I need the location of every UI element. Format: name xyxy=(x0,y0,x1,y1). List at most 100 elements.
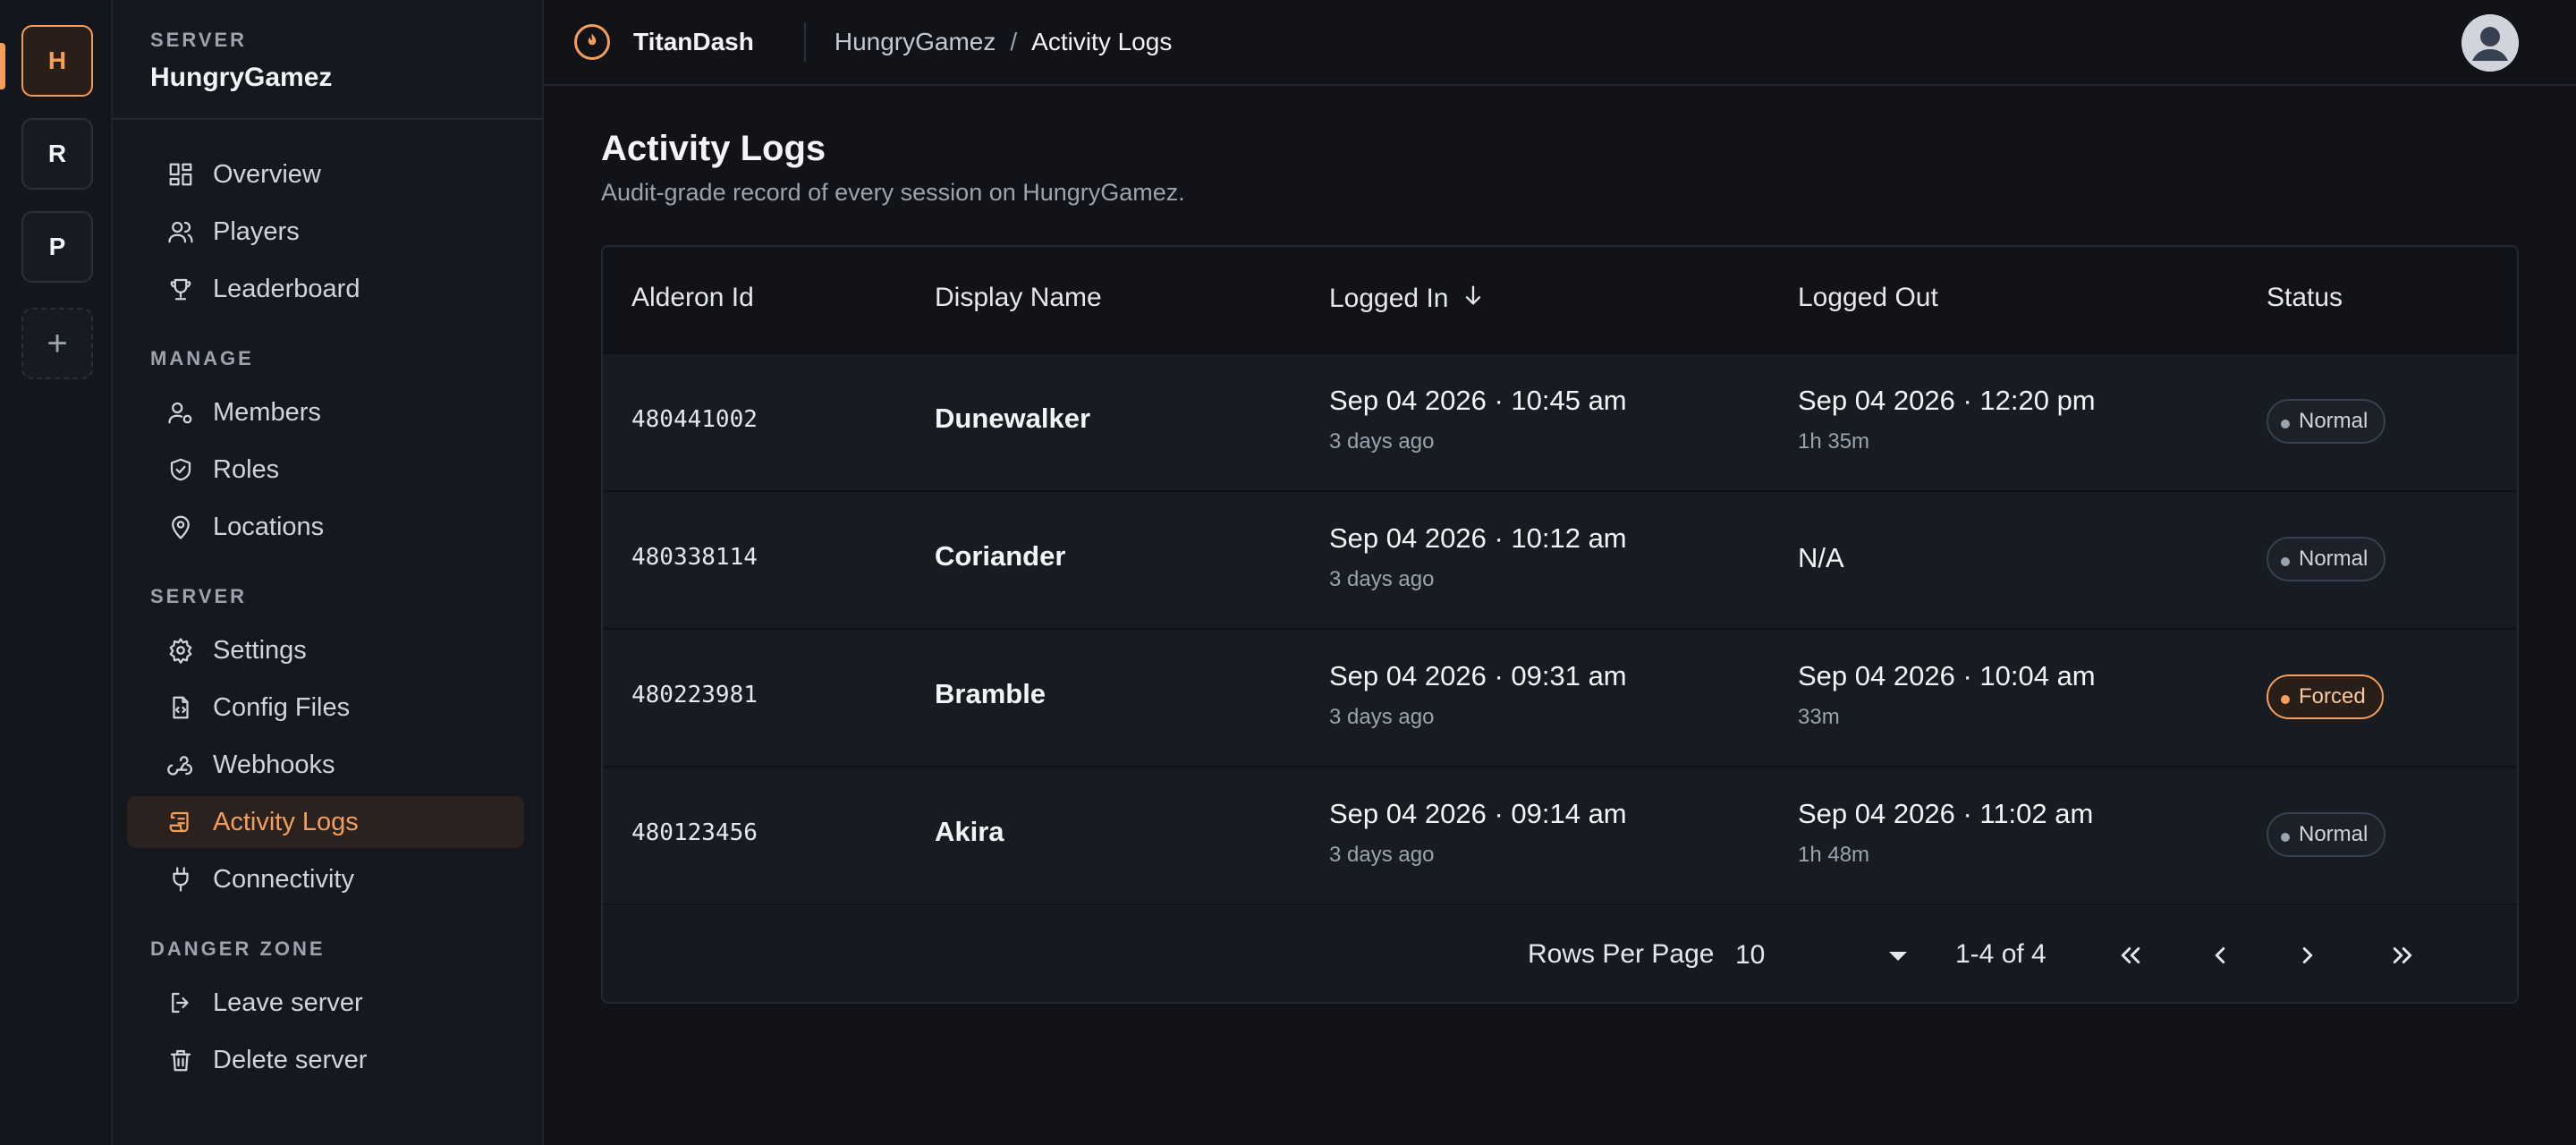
sidebar-server-name: HungryGamez xyxy=(150,63,333,92)
server-rail: H R P + xyxy=(0,0,113,1145)
plug-icon xyxy=(166,865,195,894)
sidebar-item-settings[interactable]: Settings xyxy=(127,624,524,676)
map-pin-icon xyxy=(166,513,195,541)
chevrons-left-icon xyxy=(2121,947,2140,963)
page-subtitle: Audit-grade record of every session on H… xyxy=(601,179,1185,206)
table-row[interactable]: 480223981 Bramble Sep 04 2026 · 09:31 am… xyxy=(603,628,2517,766)
logged-out-cell: N/A xyxy=(1798,542,1844,573)
table-row[interactable]: 480338114 Coriander Sep 04 2026 · 10:12 … xyxy=(603,490,2517,628)
breadcrumb-current: Activity Logs xyxy=(1031,28,1173,55)
sidebar-item-members[interactable]: Members xyxy=(127,386,524,438)
column-header-status[interactable]: Status xyxy=(2267,283,2343,313)
gear-icon xyxy=(166,636,195,665)
rows-per-page-value: 10 xyxy=(1735,940,1766,970)
first-page-button[interactable] xyxy=(2106,930,2156,980)
rows-per-page-select[interactable]: 10 xyxy=(1735,932,1914,979)
page-title: Activity Logs xyxy=(601,129,826,168)
sidebar-kicker: SERVER xyxy=(150,29,248,51)
sidebar-item-locations[interactable]: Locations xyxy=(127,501,524,553)
display-name-cell: Dunewalker xyxy=(935,403,1091,434)
session-duration: 1h 48m xyxy=(1798,843,1870,867)
status-badge: Normal xyxy=(2267,812,2386,857)
alderon-id-cell: 480223981 xyxy=(631,682,758,708)
logged-in-relative: 3 days ago xyxy=(1329,429,1435,454)
logged-in-cell: Sep 04 2026 · 09:14 am xyxy=(1329,798,1627,829)
column-label: Display Name xyxy=(935,283,1102,312)
logged-in-cell: Sep 04 2026 · 10:12 am xyxy=(1329,522,1627,554)
breadcrumb-server-link[interactable]: HungryGamez xyxy=(835,28,996,56)
add-server-button[interactable]: + xyxy=(21,308,93,379)
table-row[interactable]: 480123456 Akira Sep 04 2026 · 09:14 am 3… xyxy=(603,766,2517,903)
sidebar-item-label: Leave server xyxy=(213,988,363,1017)
column-header-logged-in[interactable]: Logged In xyxy=(1329,283,1486,315)
sidebar-item-leaderboard[interactable]: Leaderboard xyxy=(127,263,524,315)
logged-in-relative: 3 days ago xyxy=(1329,705,1435,729)
sidebar-item-label: Locations xyxy=(213,512,325,541)
sidebar-section-danger: DANGER ZONE xyxy=(150,937,326,960)
sidebar-item-label: Settings xyxy=(213,635,307,665)
file-code-icon xyxy=(166,693,195,722)
sidebar-item-connectivity[interactable]: Connectivity xyxy=(127,853,524,905)
breadcrumb-separator: / xyxy=(1010,28,1018,55)
status-badge: Normal xyxy=(2267,537,2386,581)
sidebar-item-label: Connectivity xyxy=(213,864,354,894)
sidebar-item-config-files[interactable]: Config Files xyxy=(127,682,524,734)
rows-per-page-label: Rows Per Page xyxy=(1528,939,1715,969)
sidebar-item-label: Config Files xyxy=(213,692,351,722)
sidebar-item-leave-server[interactable]: Leave server xyxy=(127,977,524,1029)
dashboard-icon xyxy=(166,160,195,189)
sidebar-item-label: Delete server xyxy=(213,1045,368,1074)
breadcrumb: HungryGamez / Activity Logs xyxy=(835,28,1172,56)
user-avatar[interactable] xyxy=(2462,14,2519,72)
scroll-icon xyxy=(166,808,195,836)
server-button-p[interactable]: P xyxy=(21,211,93,283)
user-settings-icon xyxy=(166,398,195,427)
sidebar-item-roles[interactable]: Roles xyxy=(127,444,524,496)
session-duration: 33m xyxy=(1798,705,1840,729)
previous-page-button[interactable] xyxy=(2195,930,2245,980)
brand-name: TitanDash xyxy=(633,28,754,55)
sidebar-item-label: Overview xyxy=(213,159,321,189)
column-label: Logged Out xyxy=(1798,283,1938,312)
logged-in-relative: 3 days ago xyxy=(1329,567,1435,591)
webhook-icon xyxy=(166,751,195,779)
server-button-r[interactable]: R xyxy=(21,118,93,190)
chevron-left-icon xyxy=(2215,947,2225,963)
column-header-logged-out[interactable]: Logged Out xyxy=(1798,283,1938,313)
sidebar-item-players[interactable]: Players xyxy=(127,206,524,258)
last-page-button[interactable] xyxy=(2377,930,2428,980)
column-header-display-name[interactable]: Display Name xyxy=(935,283,1102,313)
column-label: Logged In xyxy=(1329,284,1449,313)
chevrons-right-icon xyxy=(2393,947,2412,963)
pagination-range: 1-4 of 4 xyxy=(1955,939,2046,969)
logged-in-relative: 3 days ago xyxy=(1329,843,1435,867)
brand[interactable]: TitanDash xyxy=(574,24,754,60)
activity-logs-table: Alderon Id Display Name Logged In Logged… xyxy=(601,245,2519,1004)
sidebar-item-label: Activity Logs xyxy=(213,807,359,836)
flame-logo-icon xyxy=(574,24,610,60)
sidebar-item-delete-server[interactable]: Delete server xyxy=(127,1034,524,1086)
logged-in-cell: Sep 04 2026 · 10:45 am xyxy=(1329,385,1627,416)
table-row[interactable]: 480441002 Dunewalker Sep 04 2026 · 10:45… xyxy=(603,352,2517,490)
logged-out-cell: Sep 04 2026 · 10:04 am xyxy=(1798,660,2096,691)
logout-icon xyxy=(166,988,195,1017)
sidebar-item-label: Roles xyxy=(213,454,280,484)
trophy-icon xyxy=(166,275,195,303)
display-name-cell: Akira xyxy=(935,816,1004,847)
table-header: Alderon Id Display Name Logged In Logged… xyxy=(603,247,2517,352)
column-header-alderon-id[interactable]: Alderon Id xyxy=(631,283,754,313)
sidebar-item-label: Leaderboard xyxy=(213,274,360,303)
server-button-h[interactable]: H xyxy=(21,25,93,97)
alderon-id-cell: 480338114 xyxy=(631,544,758,571)
column-label: Status xyxy=(2267,283,2343,312)
sidebar-item-activity-logs[interactable]: Activity Logs xyxy=(127,796,524,848)
trash-icon xyxy=(166,1046,195,1074)
sidebar-item-webhooks[interactable]: Webhooks xyxy=(127,739,524,791)
user-silhouette-icon xyxy=(2462,14,2519,72)
display-name-cell: Bramble xyxy=(935,678,1046,709)
next-page-button[interactable] xyxy=(2283,930,2333,980)
column-label: Alderon Id xyxy=(631,283,754,312)
sidebar-item-overview[interactable]: Overview xyxy=(127,148,524,200)
sidebar: SERVER HungryGamez Overview Players Lead… xyxy=(113,0,544,1145)
logged-in-cell: Sep 04 2026 · 09:31 am xyxy=(1329,660,1627,691)
